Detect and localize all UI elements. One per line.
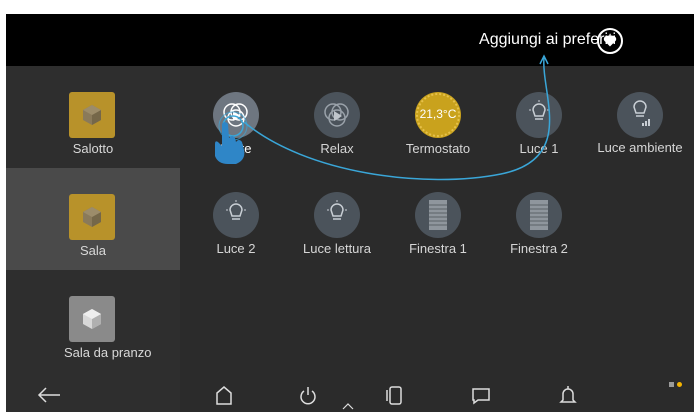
device-termostato[interactable]: 21,3°C Termostato (388, 92, 488, 192)
cube-icon (83, 207, 101, 227)
light-bulb-icon (327, 200, 347, 220)
top-bar: Aggiungi ai preferiti (6, 14, 694, 66)
device-luce-lettura[interactable]: Luce lettura (287, 192, 387, 292)
device-icon-bg (516, 92, 562, 138)
room-label: Salotto (72, 141, 114, 156)
home-icon[interactable] (214, 384, 234, 406)
room-icon (69, 92, 115, 138)
device-icon-bg (617, 92, 663, 138)
scene-play-icon (324, 103, 349, 127)
back-arrow-icon[interactable] (36, 384, 62, 406)
heart-icon (603, 35, 617, 47)
scenes-icon[interactable] (385, 384, 405, 406)
room-sala-da-pranzo[interactable]: Sala da pranzo (6, 270, 180, 372)
device-icon-bg (213, 192, 259, 238)
cube-icon (83, 309, 101, 329)
room-icon (69, 296, 115, 342)
device-luce-ambiente[interactable]: Luce ambiente (590, 92, 690, 192)
bottom-navbar (6, 378, 694, 412)
room-label: Sala (79, 243, 107, 258)
power-icon[interactable] (298, 384, 318, 406)
device-icon-bg (516, 192, 562, 238)
dimmer-light-icon (633, 100, 650, 126)
bell-icon[interactable] (558, 384, 578, 406)
room-sidebar: Salotto Sala Sala da pranzo (6, 66, 180, 412)
favorites-label: Aggiungi ai preferiti (479, 31, 616, 48)
cube-icon (83, 105, 101, 125)
device-label: Termostato (405, 141, 471, 156)
device-label: Finestra 2 (510, 241, 568, 256)
light-bulb-icon (226, 200, 246, 220)
thermostat-value: 21,3°C (419, 107, 457, 121)
room-sala[interactable]: Sala (6, 168, 180, 270)
chevron-up-icon[interactable] (340, 400, 356, 412)
app-screen: Aggiungi ai preferiti Salotto Sala Sala … (6, 14, 694, 412)
device-label: Luce lettura (303, 241, 371, 256)
device-label: Relax (320, 141, 354, 156)
device-icon-bg (314, 192, 360, 238)
device-notte[interactable]: Notte (186, 92, 286, 192)
room-label: Sala da pranzo (64, 345, 152, 360)
device-relax[interactable]: Relax (287, 92, 387, 192)
device-label: Luce 2 (216, 241, 256, 256)
device-icon-bg (314, 92, 360, 138)
device-label: Finestra 1 (409, 241, 467, 256)
add-to-favorites-button[interactable] (597, 28, 623, 54)
device-label: Luce 1 (519, 141, 559, 156)
shutter-icon (530, 200, 548, 230)
device-luce-2[interactable]: Luce 2 (186, 192, 286, 292)
device-finestra-1[interactable]: Finestra 1 (388, 192, 488, 292)
room-salotto[interactable]: Salotto (6, 66, 180, 168)
room-icon (69, 194, 115, 240)
device-icon-bg (415, 192, 461, 238)
scene-play-icon (223, 103, 248, 127)
device-label: Notte (220, 141, 252, 156)
device-finestra-2[interactable]: Finestra 2 (489, 192, 589, 292)
shutter-icon (429, 200, 447, 230)
thermostat-icon: 21,3°C (415, 92, 461, 138)
device-label: Luce ambiente (597, 140, 683, 155)
light-bulb-icon (529, 100, 549, 120)
device-icon-bg (213, 92, 259, 138)
device-luce-1[interactable]: Luce 1 (489, 92, 589, 192)
chat-icon[interactable] (470, 384, 492, 406)
